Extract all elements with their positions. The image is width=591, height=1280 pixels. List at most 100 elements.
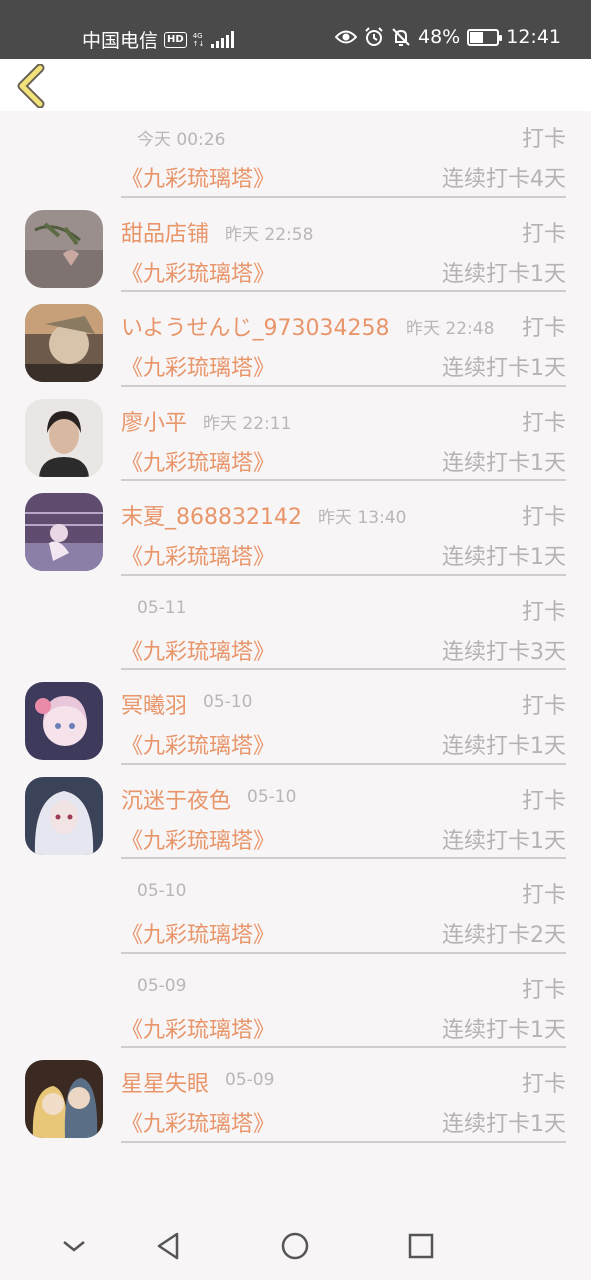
row-header: 廖小平 昨天 22:11 打卡 [121, 405, 566, 441]
user-name[interactable]: 廖小平 [121, 405, 187, 437]
row-header: 05-09 打卡 [121, 972, 566, 1008]
row-divider [121, 479, 566, 481]
book-title[interactable]: 《九彩琉璃塔》 [121, 161, 275, 193]
book-title[interactable]: 《九彩琉璃塔》 [121, 1012, 275, 1044]
book-title[interactable]: 《九彩琉璃塔》 [121, 256, 275, 288]
streak-label: 连续打卡1天 [442, 734, 566, 759]
checkin-row[interactable]: 05-09 打卡《九彩琉璃塔》 连续打卡1天 [0, 962, 591, 1057]
status-left: 中国电信 HD 4G ↑↓ [82, 26, 235, 53]
streak-label: 连续打卡1天 [442, 1112, 566, 1137]
row-divider [121, 384, 566, 387]
eye-icon [335, 30, 357, 44]
signal-icon [211, 31, 235, 48]
streak-label: 连续打卡1天 [442, 545, 566, 570]
book-title[interactable]: 《九彩琉璃塔》 [121, 350, 275, 382]
checkin-time: 昨天 13:40 [318, 508, 407, 528]
row-divider [121, 1140, 566, 1143]
book-title[interactable]: 《九彩琉璃塔》 [121, 917, 275, 949]
row-divider [121, 195, 566, 198]
carrier-label: 中国电信 [82, 30, 159, 52]
network-type-bottom: ↑↓ [192, 39, 205, 48]
collapse-button[interactable] [58, 1230, 90, 1262]
checkin-tag: 打卡 [521, 883, 566, 908]
row-header: 末夏_868832142 昨天 13:40 打卡 [121, 499, 566, 535]
streak-label: 连续打卡1天 [442, 1017, 566, 1043]
row-divider [121, 951, 566, 954]
checkin-time: 05-09 [225, 1070, 275, 1090]
book-title[interactable]: 《九彩琉璃塔》 [121, 539, 275, 571]
checkin-time: 05-10 [203, 692, 253, 712]
checkin-tag: 打卡 [521, 221, 566, 247]
user-name[interactable]: 冥曦羽 [121, 688, 187, 720]
nav-back-button[interactable] [153, 1230, 185, 1262]
warrior-avatar[interactable] [25, 304, 103, 382]
recents-square-icon [408, 1233, 434, 1259]
checkin-tag: 打卡 [521, 410, 566, 436]
flower-girl-avatar[interactable] [25, 682, 103, 760]
checkin-list: 今天 00:26 打卡 《九彩琉璃塔》 连续打卡4天 甜品店铺 昨天 22:58 打卡 《九彩… [0, 111, 591, 1151]
home-circle-icon [281, 1232, 309, 1260]
streak-label: 连续打卡3天 [442, 639, 566, 665]
alarm-icon [365, 27, 383, 46]
back-triangle-icon [157, 1232, 179, 1260]
checkin-tag: 打卡 [521, 599, 566, 625]
row-divider [121, 573, 566, 576]
checkin-time: 今天 00:26 [137, 130, 226, 150]
couple-avatar[interactable] [25, 1060, 103, 1138]
row-header: 甜品店铺 昨天 22:58 打卡 [121, 216, 566, 252]
checkin-time: 昨天 22:58 [225, 224, 314, 245]
chevron-left-icon [17, 63, 45, 109]
book-title[interactable]: 《九彩琉璃塔》 [121, 823, 275, 855]
checkin-row[interactable]: 05-10 打卡《九彩琉璃塔》 连续打卡2天 [0, 867, 591, 962]
streak-label: 连续打卡1天 [442, 828, 566, 854]
row-divider [121, 857, 566, 859]
back-button[interactable] [12, 63, 52, 109]
bamboo-avatar[interactable] [25, 209, 103, 288]
row-header: 05-11 打卡 [121, 594, 566, 630]
status-bar: 中国电信 HD 4G ↑↓ 48% 12:41 [0, 0, 591, 59]
checkin-time: 05-11 [137, 597, 187, 618]
system-nav-bar [0, 1212, 591, 1280]
checkin-tag: 打卡 [521, 1072, 566, 1097]
book-title[interactable]: 《九彩琉璃塔》 [121, 445, 275, 477]
checkin-time: 昨天 22:11 [203, 413, 292, 434]
checkin-row[interactable]: 05-11 打卡《九彩琉璃塔》 连续打卡3天 [0, 584, 591, 679]
row-header: 星星失眼 05-09 打卡 [121, 1066, 566, 1102]
battery-icon [467, 28, 503, 46]
user-name[interactable]: 星星失眼 [121, 1066, 209, 1098]
streak-label: 连续打卡2天 [442, 923, 566, 948]
nav-home-button[interactable] [279, 1230, 311, 1262]
book-title[interactable]: 《九彩琉璃塔》 [121, 1106, 275, 1138]
user-name[interactable]: 甜品店铺 [121, 216, 209, 248]
white-hair-girl-avatar[interactable] [25, 776, 103, 855]
streak-label: 连续打卡1天 [442, 356, 566, 381]
checkin-time: 昨天 22:48 [406, 319, 495, 339]
checkin-tag: 打卡 [521, 316, 566, 341]
book-title[interactable]: 《九彩琉璃塔》 [121, 634, 275, 666]
collapse-down-icon [63, 1241, 85, 1252]
row-header: 冥曦羽 05-10 打卡 [121, 688, 566, 724]
checkin-time: 05-09 [137, 975, 187, 996]
row-divider [121, 1046, 566, 1048]
checkin-row[interactable]: 今天 00:26 打卡 《九彩琉璃塔》 连续打卡4天 [0, 111, 591, 206]
hd-badge: HD [164, 31, 187, 48]
checkin-tag: 打卡 [521, 694, 566, 719]
top-header [0, 59, 591, 111]
streak-label: 连续打卡1天 [442, 261, 566, 287]
streak-label: 连续打卡4天 [442, 167, 566, 192]
user-name[interactable]: いようせんじ_973034258 [121, 310, 390, 342]
row-divider [121, 668, 566, 670]
book-title[interactable]: 《九彩琉璃塔》 [121, 728, 275, 760]
checkin-tag: 打卡 [521, 977, 566, 1003]
network-type-top: 4G [192, 31, 203, 40]
row-header: 05-10 打卡 [121, 877, 566, 913]
purple-girl-avatar[interactable] [25, 493, 103, 571]
user-name[interactable]: 末夏_868832142 [121, 499, 302, 531]
streak-label: 连续打卡1天 [442, 450, 566, 476]
user-name[interactable]: 沉迷于夜色 [121, 783, 231, 815]
nav-recents-button[interactable] [405, 1230, 437, 1262]
checkin-time: 05-10 [137, 881, 187, 901]
woman-photo-avatar[interactable] [25, 398, 103, 477]
status-right: 48% 12:41 [335, 26, 561, 48]
checkin-tag: 打卡 [521, 505, 566, 530]
